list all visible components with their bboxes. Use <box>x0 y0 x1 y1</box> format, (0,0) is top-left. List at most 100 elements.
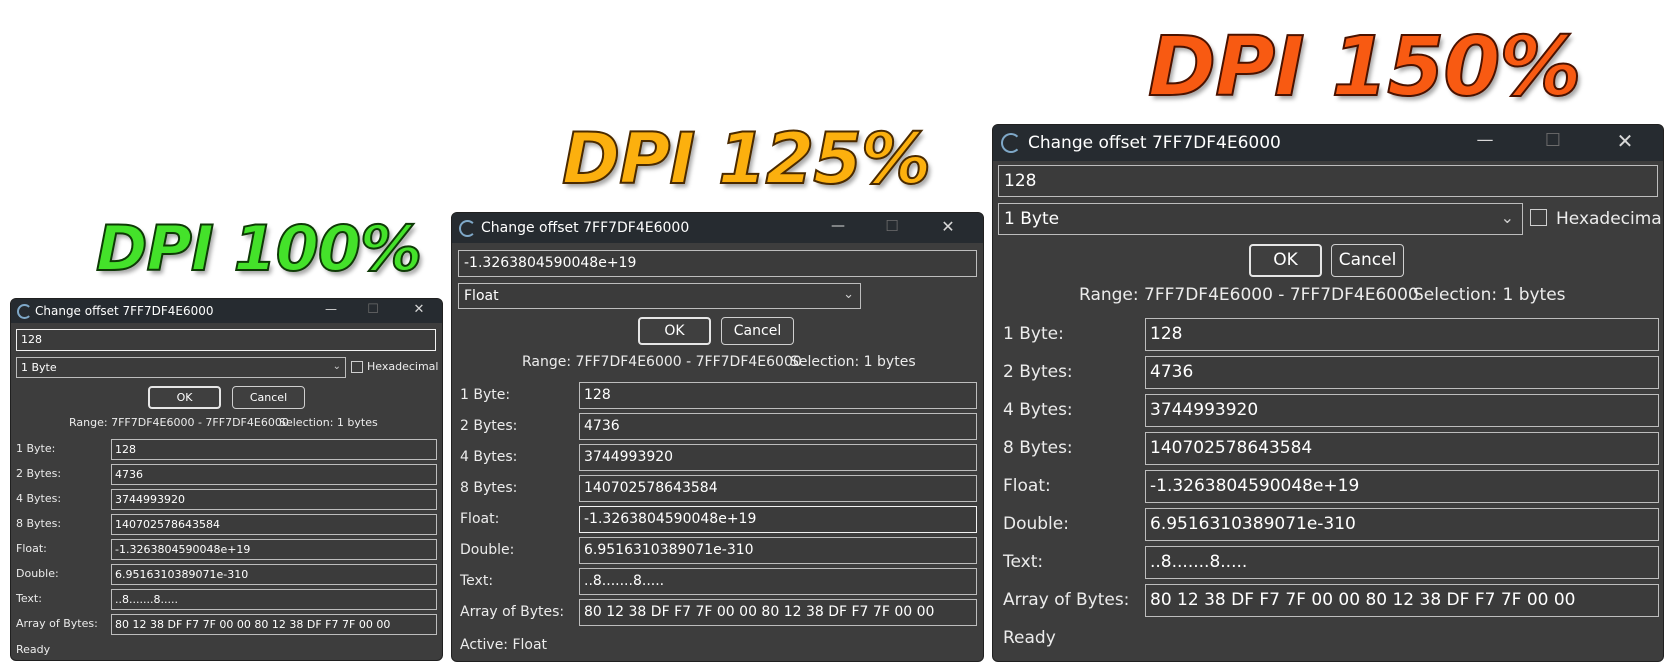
offset-input[interactable]: -1.3263804590048e+19 <box>458 250 977 277</box>
row-value-field[interactable]: 140702578643584 <box>1145 432 1659 465</box>
row-value-field[interactable]: ..8.......8..... <box>111 589 437 610</box>
maximize-icon[interactable]: ☐ <box>1539 130 1567 151</box>
cancel-button[interactable]: Cancel <box>1331 244 1404 277</box>
type-select[interactable]: 1 Byte ⌄ <box>998 203 1523 235</box>
row-label: 4 Bytes: <box>16 492 62 505</box>
row-label: Float: <box>16 542 47 555</box>
title-bar[interactable]: Change offset 7FF7DF4E6000 — ☐ ✕ <box>993 125 1663 161</box>
range-text: Range: 7FF7DF4E6000 - 7FF7DF4E6000 <box>522 354 802 370</box>
title-bar[interactable]: Change offset 7FF7DF4E6000 — ☐ ✕ <box>452 213 983 243</box>
row-label: 2 Bytes: <box>460 418 518 434</box>
row-label: Double: <box>1003 514 1069 534</box>
cancel-button[interactable]: Cancel <box>232 386 305 409</box>
close-icon[interactable]: ✕ <box>409 302 429 317</box>
hexadecimal-checkbox[interactable] <box>1530 209 1547 226</box>
type-select-value: Float <box>464 288 499 304</box>
app-icon <box>1001 133 1021 153</box>
row-value-field[interactable]: 80 12 38 DF F7 7F 00 00 80 12 38 DF F7 7… <box>111 614 437 635</box>
minimize-icon[interactable]: — <box>1471 130 1499 150</box>
maximize-icon[interactable]: ☐ <box>363 302 383 317</box>
row-value-field[interactable]: 3744993920 <box>1145 394 1659 427</box>
row-label: 1 Byte: <box>16 442 56 455</box>
row-label: 1 Byte: <box>460 387 511 403</box>
type-select-value: 1 Byte <box>1004 209 1060 229</box>
row-value-field[interactable]: 6.9516310389071e-310 <box>111 564 437 585</box>
app-icon <box>17 304 32 319</box>
offset-input[interactable]: 128 <box>998 165 1658 197</box>
row-value-field[interactable]: 80 12 38 DF F7 7F 00 00 80 12 38 DF F7 7… <box>579 599 977 626</box>
row-label: Array of Bytes: <box>1003 590 1130 610</box>
change-offset-dialog-125: Change offset 7FF7DF4E6000 — ☐ ✕ -1.3263… <box>451 212 984 662</box>
status-bar-text: Active: Float <box>460 637 548 653</box>
row-label: 1 Byte: <box>1003 324 1064 344</box>
row-label: 2 Bytes: <box>1003 362 1073 382</box>
row-value-field[interactable]: 6.9516310389071e-310 <box>1145 508 1659 541</box>
row-label: 4 Bytes: <box>1003 400 1073 420</box>
hexadecimal-label: Hexadecimal <box>367 360 439 373</box>
row-value-field[interactable]: 4736 <box>1145 356 1659 389</box>
close-icon[interactable]: ✕ <box>1611 129 1639 153</box>
row-value-field[interactable]: 4736 <box>111 464 437 485</box>
dpi-125-banner: DPI 125% <box>561 117 932 201</box>
row-value-field[interactable]: 3744993920 <box>579 444 977 471</box>
row-value-field[interactable]: 140702578643584 <box>111 514 437 535</box>
window-title: Change offset 7FF7DF4E6000 <box>481 220 690 236</box>
ok-button[interactable]: OK <box>148 386 221 409</box>
title-bar[interactable]: Change offset 7FF7DF4E6000 — ☐ ✕ <box>11 299 442 323</box>
row-value-field[interactable]: 3744993920 <box>111 489 437 510</box>
type-select-value: 1 Byte <box>21 361 57 374</box>
row-value-field[interactable]: 80 12 38 DF F7 7F 00 00 80 12 38 DF F7 7… <box>1145 584 1659 617</box>
cancel-button[interactable]: Cancel <box>721 317 794 345</box>
maximize-icon[interactable]: ☐ <box>880 217 904 235</box>
window-title: Change offset 7FF7DF4E6000 <box>1028 133 1281 153</box>
window-title: Change offset 7FF7DF4E6000 <box>35 304 214 318</box>
selection-text: Selection: 1 bytes <box>1413 285 1566 305</box>
row-value-field[interactable]: -1.3263804590048e+19 <box>111 539 437 560</box>
row-label: 8 Bytes: <box>460 480 518 496</box>
row-label: 8 Bytes: <box>1003 438 1073 458</box>
range-text: Range: 7FF7DF4E6000 - 7FF7DF4E6000 <box>69 416 289 429</box>
row-label: Float: <box>460 511 500 527</box>
close-icon[interactable]: ✕ <box>936 217 960 236</box>
row-label: Text: <box>1003 552 1044 572</box>
row-value-field[interactable]: 4736 <box>579 413 977 440</box>
chevron-down-icon: ⌄ <box>332 361 341 372</box>
chevron-down-icon: ⌄ <box>843 287 854 302</box>
row-label: Double: <box>16 567 59 580</box>
minimize-icon[interactable]: — <box>321 302 341 316</box>
chevron-down-icon: ⌄ <box>1500 208 1514 227</box>
dpi-150-banner: DPI 150% <box>1147 19 1583 116</box>
selection-text: Selection: 1 bytes <box>790 354 916 370</box>
selection-text: Selection: 1 bytes <box>279 416 378 429</box>
row-value-field[interactable]: -1.3263804590048e+19 <box>579 506 977 533</box>
status-bar-text: Ready <box>16 643 51 656</box>
status-bar-text: Ready <box>1003 628 1056 648</box>
minimize-icon[interactable]: — <box>826 218 850 234</box>
row-value-field[interactable]: 6.9516310389071e-310 <box>579 537 977 564</box>
row-label: 8 Bytes: <box>16 517 62 530</box>
row-label: Array of Bytes: <box>16 617 98 630</box>
change-offset-dialog-100: Change offset 7FF7DF4E6000 — ☐ ✕ 128 1 B… <box>10 298 443 661</box>
ok-button[interactable]: OK <box>1249 244 1322 277</box>
hexadecimal-checkbox[interactable] <box>351 361 363 373</box>
row-label: Text: <box>16 592 42 605</box>
dpi-100-banner: DPI 100% <box>95 211 423 286</box>
app-icon <box>459 220 476 237</box>
row-label: 4 Bytes: <box>460 449 518 465</box>
offset-input[interactable]: 128 <box>16 329 436 351</box>
row-label: Array of Bytes: <box>460 604 565 620</box>
range-text: Range: 7FF7DF4E6000 - 7FF7DF4E6000 <box>1079 285 1419 305</box>
row-value-field[interactable]: -1.3263804590048e+19 <box>1145 470 1659 503</box>
row-label: Double: <box>460 542 515 558</box>
type-select[interactable]: 1 Byte ⌄ <box>16 357 346 378</box>
row-value-field[interactable]: 140702578643584 <box>579 475 977 502</box>
row-value-field[interactable]: 128 <box>111 439 437 460</box>
type-select[interactable]: Float ⌄ <box>458 283 861 309</box>
row-label: Float: <box>1003 476 1051 496</box>
row-value-field[interactable]: 128 <box>579 382 977 409</box>
change-offset-dialog-150: Change offset 7FF7DF4E6000 — ☐ ✕ 128 1 B… <box>992 124 1664 662</box>
row-value-field[interactable]: ..8.......8..... <box>579 568 977 595</box>
ok-button[interactable]: OK <box>638 317 711 345</box>
row-value-field[interactable]: ..8.......8..... <box>1145 546 1659 579</box>
row-value-field[interactable]: 128 <box>1145 318 1659 351</box>
